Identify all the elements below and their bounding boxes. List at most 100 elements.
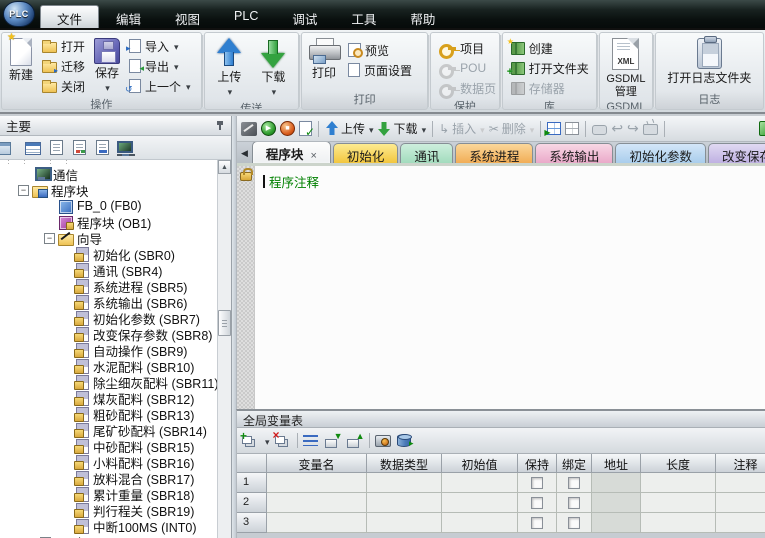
menu-item[interactable]: PLC bbox=[217, 5, 275, 28]
delete-row-button[interactable]: × bbox=[275, 433, 292, 448]
database-button[interactable] bbox=[397, 433, 414, 448]
tree-scrollbar[interactable]: ▲ bbox=[217, 160, 231, 538]
insert-row-button[interactable]: + bbox=[242, 433, 259, 448]
status-chart-button[interactable] bbox=[759, 121, 765, 136]
editor-tab[interactable]: 初始化参数 bbox=[615, 143, 706, 163]
row-number[interactable]: 3 bbox=[237, 513, 267, 533]
save-button[interactable]: 保存 bbox=[90, 36, 124, 96]
migrate-button[interactable]: 迁移 bbox=[39, 56, 88, 76]
cell-data-type[interactable] bbox=[367, 513, 442, 533]
bind-checkbox[interactable] bbox=[568, 517, 580, 529]
menu-item[interactable]: 工具 bbox=[334, 5, 393, 28]
tab-close-icon[interactable]: × bbox=[310, 150, 316, 162]
snapshot-button[interactable] bbox=[375, 433, 392, 448]
cell-data-type[interactable] bbox=[367, 493, 442, 513]
new-button[interactable]: 新建 bbox=[5, 36, 37, 84]
scroll-up-icon[interactable]: ▲ bbox=[218, 160, 231, 174]
gsdml-manage-button[interactable]: XML GSDML管理 bbox=[602, 36, 649, 101]
page-setup-button[interactable]: 页面设置 bbox=[345, 60, 415, 80]
menu-item[interactable]: 编辑 bbox=[99, 5, 158, 28]
download-button[interactable]: 下载 bbox=[256, 36, 290, 100]
stop-button[interactable] bbox=[280, 121, 295, 136]
previous-button[interactable]: 上一个 bbox=[126, 76, 194, 96]
row-number[interactable]: 1 bbox=[237, 473, 267, 493]
tree-item[interactable]: 程序块 (OB1) bbox=[0, 214, 217, 230]
tree-expander-icon[interactable]: − bbox=[18, 185, 29, 196]
open-button[interactable]: 打开 bbox=[39, 36, 88, 56]
sidebar-tool-document-button[interactable] bbox=[48, 140, 66, 156]
sidebar-tool-window-button[interactable] bbox=[2, 140, 20, 156]
preview-button[interactable]: 预览 bbox=[345, 40, 415, 60]
run-button[interactable] bbox=[261, 121, 276, 136]
menu-item[interactable]: 视图 bbox=[158, 5, 217, 28]
print-button[interactable]: 打印 bbox=[305, 36, 343, 82]
tree-item[interactable]: 通信 bbox=[0, 166, 217, 182]
scrollbar-thumb[interactable] bbox=[218, 310, 231, 336]
upload-button[interactable]: 上传 bbox=[212, 36, 246, 100]
cell-address[interactable] bbox=[592, 473, 641, 493]
cell-length[interactable] bbox=[641, 493, 716, 513]
sidebar-tool-status-doc-button[interactable] bbox=[71, 140, 89, 156]
program-comment[interactable]: 程序注释 bbox=[269, 172, 319, 191]
export-button[interactable]: 导出 bbox=[126, 56, 194, 76]
cell-comment[interactable] bbox=[716, 493, 765, 513]
sidebar-tool-list-doc-button[interactable] bbox=[94, 140, 112, 156]
menu-item[interactable]: 帮助 bbox=[393, 5, 452, 28]
retain-checkbox[interactable] bbox=[531, 517, 543, 529]
toolbar-download-button[interactable]: 下载 bbox=[378, 120, 427, 137]
group-label-protect: 保护 bbox=[431, 98, 499, 110]
save-floppy-icon bbox=[94, 38, 120, 64]
editor-tab[interactable]: 系统进程 bbox=[455, 143, 533, 163]
bookmark-toggle-button bbox=[643, 122, 658, 135]
cell-data-type[interactable] bbox=[367, 473, 442, 493]
cell-address[interactable] bbox=[592, 513, 641, 533]
close-button[interactable]: 关闭 bbox=[39, 76, 88, 96]
pin-icon[interactable] bbox=[215, 120, 225, 131]
retain-checkbox[interactable] bbox=[531, 477, 543, 489]
sort-button[interactable] bbox=[303, 433, 320, 448]
tree-item[interactable]: − 程序块 bbox=[0, 182, 217, 198]
program-editor-canvas[interactable]: 程序注释 bbox=[237, 166, 765, 409]
dropdown-caret bbox=[227, 84, 233, 98]
library-open-folder-button[interactable]: 打开文件夹 bbox=[508, 58, 592, 78]
open-log-folder-button[interactable]: 打开日志文件夹 bbox=[663, 36, 755, 87]
cell-length[interactable] bbox=[641, 473, 716, 493]
cell-initial-value[interactable] bbox=[442, 513, 518, 533]
compile-check-button[interactable] bbox=[299, 121, 312, 136]
edit-pencil-button[interactable] bbox=[241, 122, 257, 136]
cell-initial-value[interactable] bbox=[442, 493, 518, 513]
editor-tab[interactable]: 通讯 bbox=[400, 143, 453, 163]
bind-checkbox[interactable] bbox=[568, 477, 580, 489]
sidebar-tool-communication-button[interactable] bbox=[117, 140, 135, 156]
jump-to-table-button[interactable] bbox=[565, 122, 579, 135]
import-button[interactable]: 导入 bbox=[126, 36, 194, 56]
cell-address[interactable] bbox=[592, 493, 641, 513]
bind-checkbox[interactable] bbox=[568, 497, 580, 509]
sidebar-tool-table-button[interactable] bbox=[25, 140, 43, 156]
retain-checkbox[interactable] bbox=[531, 497, 543, 509]
library-create-button[interactable]: 创建 bbox=[508, 38, 592, 58]
cell-variable-name[interactable] bbox=[267, 513, 367, 533]
editor-margin bbox=[237, 166, 255, 409]
cell-comment[interactable] bbox=[716, 513, 765, 533]
cell-variable-name[interactable] bbox=[267, 493, 367, 513]
menu-item[interactable]: 调试 bbox=[275, 5, 334, 28]
refresh-variables-button[interactable]: ▲ bbox=[347, 433, 364, 448]
editor-tab[interactable]: 初始化 bbox=[333, 143, 399, 163]
protect-project-button[interactable]: 项目 bbox=[436, 38, 499, 58]
toolbar-upload-button[interactable]: 上传 bbox=[325, 120, 374, 137]
tree-item[interactable]: 中断100MS (INT0) bbox=[0, 518, 217, 534]
editor-tab[interactable]: 系统输出 bbox=[535, 143, 613, 163]
cell-length[interactable] bbox=[641, 513, 716, 533]
jump-to-pou-button[interactable]: ▶ bbox=[547, 122, 561, 135]
tab-scroll-left-icon[interactable]: ◀ bbox=[239, 148, 252, 163]
cell-comment[interactable] bbox=[716, 473, 765, 493]
menu-item[interactable]: 文件 bbox=[40, 5, 99, 28]
import-variables-button[interactable]: ▼ bbox=[325, 433, 342, 448]
tree-expander-icon[interactable]: − bbox=[44, 233, 55, 244]
row-number[interactable]: 2 bbox=[237, 493, 267, 513]
cell-variable-name[interactable] bbox=[267, 473, 367, 493]
editor-tab[interactable]: 程序块× bbox=[252, 142, 331, 163]
cell-initial-value[interactable] bbox=[442, 473, 518, 493]
editor-tab[interactable]: 改变保存参数 bbox=[708, 143, 765, 163]
